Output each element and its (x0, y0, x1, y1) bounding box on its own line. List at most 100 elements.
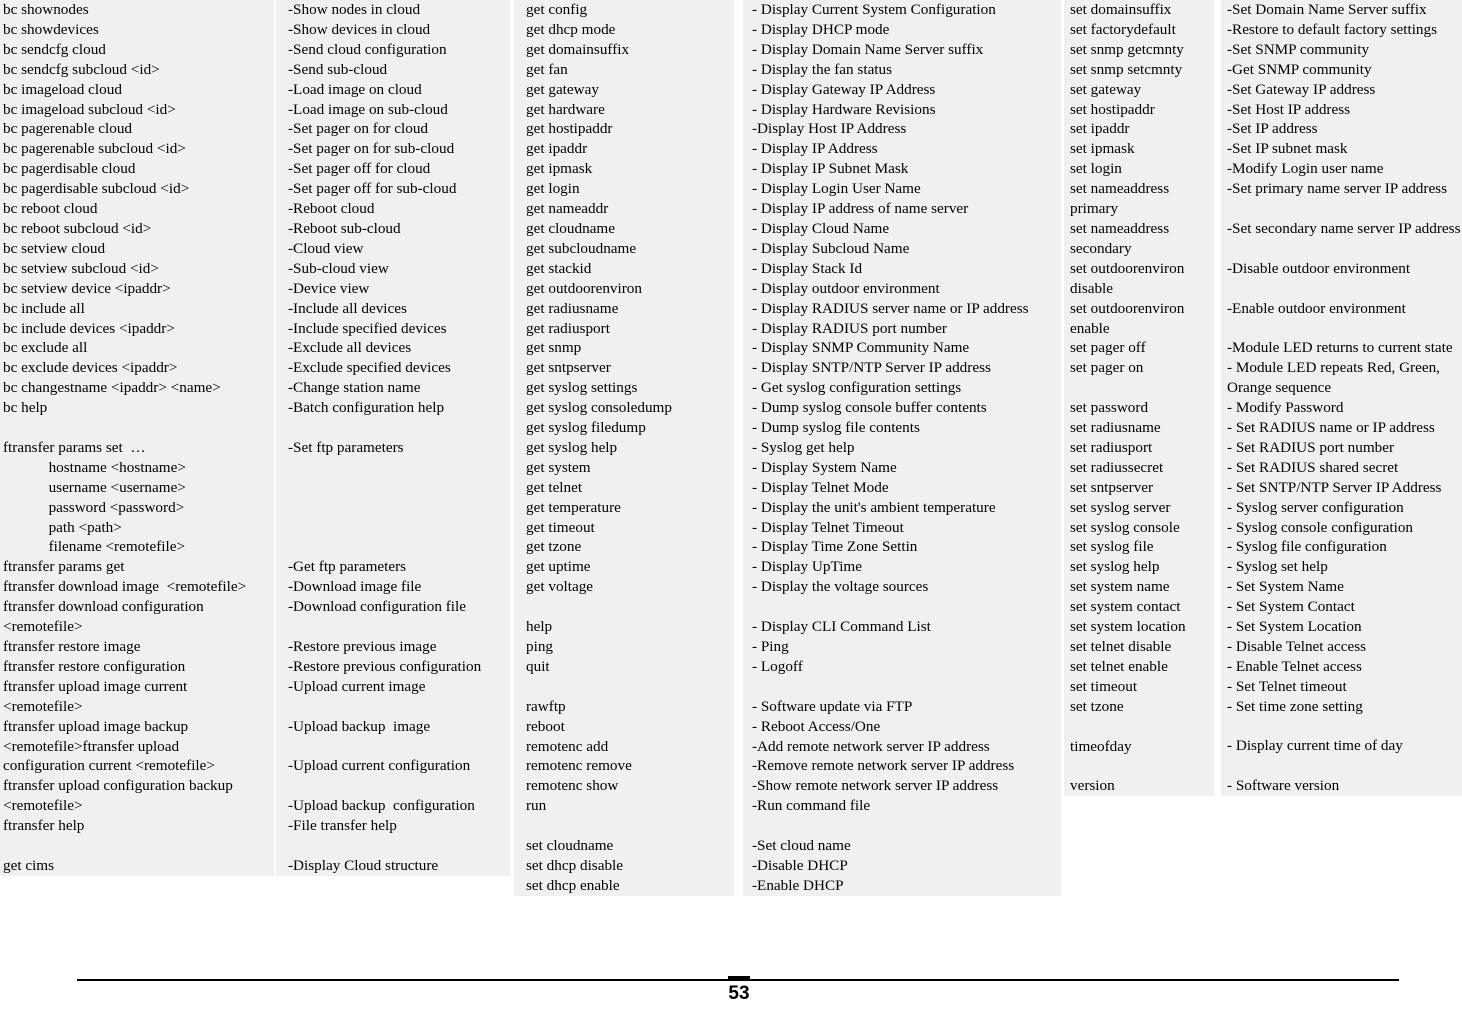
command-line: get radiusname (526, 299, 619, 317)
command-line: ftransfer upload configuration backup (3, 777, 233, 795)
command-line: remotenc add (526, 737, 609, 755)
command-line: get timeout (526, 518, 595, 536)
command-line: - Set time zone setting (1227, 697, 1363, 715)
command-line: - Display System Name (752, 458, 897, 476)
command-line: -Display Cloud structure (288, 856, 439, 874)
command-line: get syslog consoledump (526, 399, 672, 417)
command-line: - Display UpTime (752, 558, 862, 576)
command-line: - Software update via FTP (752, 697, 913, 715)
command-line: - Display Time Zone Settin (752, 538, 918, 556)
command-line: - Set Telnet timeout (1227, 677, 1347, 695)
command-line: - Logoff (752, 657, 803, 675)
command-line: reboot (526, 717, 565, 735)
command-line: - Software version (1227, 777, 1340, 795)
command-column-1: bc shownodes bc showdevices bc sendcfg clo… (0, 0, 274, 876)
command-line: ftransfer download image <remotefile> (3, 578, 247, 596)
command-line: run (526, 797, 547, 815)
command-line (288, 478, 508, 498)
command-line (1227, 199, 1461, 219)
command-line: bc help (3, 399, 48, 417)
command-line (288, 458, 508, 478)
command-line (1227, 279, 1461, 299)
command-line: -Enable outdoor environment (1227, 299, 1406, 317)
command-line: bc exclude all (3, 339, 88, 357)
command-line: set radiussecret (1070, 458, 1164, 476)
command-line: - Display the unit's ambient temperature (752, 498, 996, 516)
command-line: -Cloud view (288, 239, 364, 257)
command-line: -Sub-cloud view (288, 259, 389, 277)
command-line: bc pagerdisable subcloud <id> (3, 180, 190, 198)
command-line: get domainsuffix (526, 40, 630, 58)
command-line: - Disable Telnet access (1227, 637, 1367, 655)
command-line: -Load image on cloud (288, 80, 422, 98)
cli-command-table: bc shownodes bc showdevices bc sendcfg clo… (0, 0, 1462, 896)
command-line: set dhcp disable (526, 856, 624, 874)
command-line: - Display Current System Configuration (752, 1, 996, 18)
command-line: -Set IP subnet mask (1227, 140, 1348, 158)
command-line: - Dump syslog file contents (752, 419, 920, 437)
command-line (288, 418, 508, 438)
command-line: - Set SNTP/NTP Server IP Address (1227, 478, 1442, 496)
command-line: bc pagerenable subcloud <id> (3, 140, 186, 158)
command-line: -Download image file (288, 578, 422, 596)
command-line: ftransfer restore configuration (3, 657, 186, 675)
command-line: set nameaddress (1070, 180, 1170, 198)
command-line (288, 776, 508, 796)
command-line: get stackid (526, 259, 592, 277)
command-line: get gateway (526, 80, 599, 98)
command-line: - Reboot Access/One (752, 717, 881, 735)
command-line: ftransfer help (3, 817, 85, 835)
command-line (752, 677, 1059, 697)
command-line: bc pagerdisable cloud (3, 160, 136, 178)
page-number: 53 (728, 983, 750, 1004)
command-line: - Ping (752, 637, 789, 655)
command-line: path <path> (3, 518, 122, 536)
command-line: set cloudname (526, 837, 614, 855)
command-line: set timeout (1070, 677, 1138, 695)
command-line: -Batch configuration help (288, 399, 445, 417)
command-line: ftransfer upload image current (3, 677, 188, 695)
command-line: -Show devices in cloud (288, 20, 431, 38)
command-line: get subcloudname (526, 239, 637, 257)
command-line: set gateway (1070, 80, 1142, 98)
command-line: get ipaddr (526, 140, 588, 158)
command-line: -Reboot cloud (288, 200, 375, 218)
command-line: - Display IP address of name server (752, 200, 969, 218)
command-line: - Display Domain Name Server suffix (752, 40, 984, 58)
command-line: - Set System Contact (1227, 598, 1355, 616)
command-line: quit (526, 657, 550, 675)
command-line: bc pagerenable cloud (3, 120, 133, 138)
command-line: - Modify Password (1227, 399, 1344, 417)
description-column-4: - Display Current System Configuration - … (743, 0, 1061, 896)
command-line: bc sendcfg cloud (3, 40, 106, 58)
command-line: set syslog help (1070, 558, 1160, 576)
command-line: - Display the voltage sources (752, 578, 929, 596)
command-line: bc include all (3, 299, 85, 317)
command-line: bc showdevices (3, 20, 99, 38)
command-line: -Show nodes in cloud (288, 1, 421, 18)
command-line: - Display CLI Command List (752, 618, 931, 636)
command-line: set system location (1070, 618, 1186, 636)
command-line: -Add remote network server IP address (752, 737, 990, 755)
command-line: <remotefile> (3, 697, 83, 715)
command-line: -File transfer help (288, 817, 397, 834)
command-line: - Set RADIUS shared secret (1227, 458, 1399, 476)
command-line: set dhcp enable (526, 876, 620, 894)
command-line: version (1070, 777, 1115, 795)
command-line: set ipaddr (1070, 120, 1130, 138)
command-line (752, 816, 1059, 836)
command-line (526, 677, 732, 697)
command-line (288, 836, 508, 856)
command-line: - Display RADIUS port number (752, 319, 947, 337)
command-line: bc imageload subcloud <id> (3, 100, 176, 118)
command-line: -Set Gateway IP address (1227, 80, 1376, 98)
command-line: get nameaddr (526, 200, 609, 218)
command-line: -Load image on sub-cloud (288, 100, 448, 118)
command-line: -Set primary name server IP address (1227, 180, 1448, 198)
command-line: -Restore previous image (288, 637, 437, 655)
command-line: set snmp getcmnty (1070, 40, 1184, 58)
command-line (1227, 717, 1461, 737)
command-line: ftransfer download configuration (3, 598, 204, 616)
page-footer: 53 (0, 955, 1462, 1023)
command-line: -Exclude all devices (288, 339, 412, 357)
